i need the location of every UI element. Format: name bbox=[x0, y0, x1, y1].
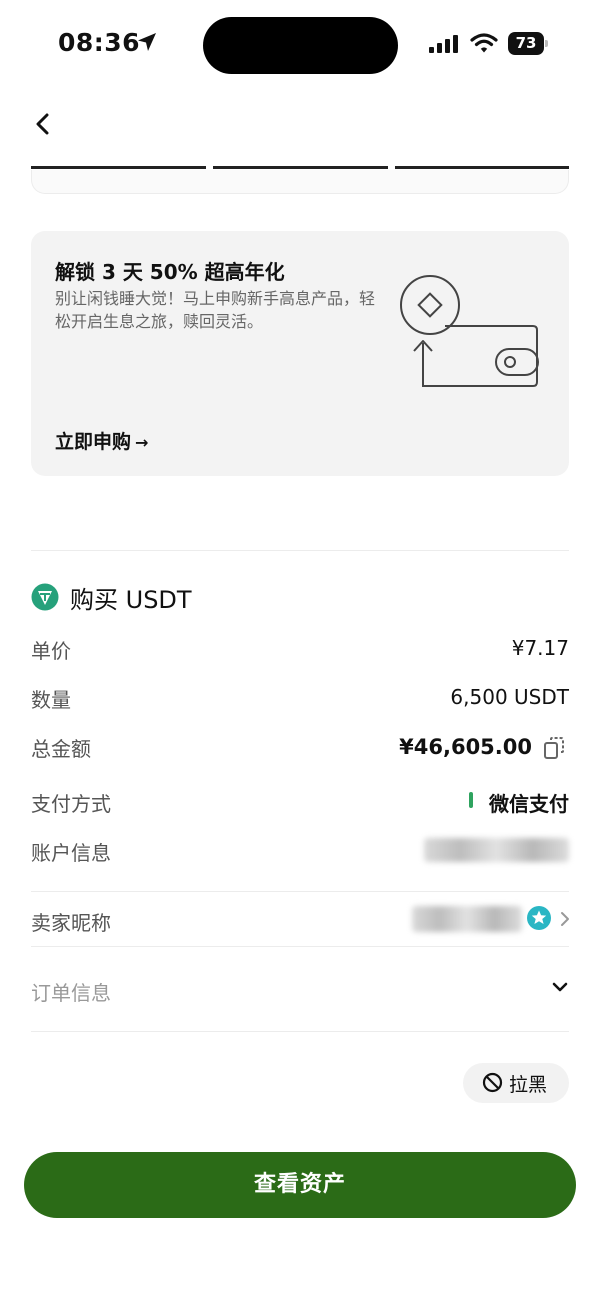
view-assets-button[interactable]: 查看资产 bbox=[24, 1152, 576, 1218]
chevron-right-icon bbox=[561, 912, 569, 926]
block-user-label: 拉黑 bbox=[509, 1074, 548, 1096]
status-bar: 08:36 73 bbox=[0, 0, 600, 90]
copy-icon[interactable] bbox=[543, 736, 565, 760]
section-divider bbox=[31, 946, 569, 947]
price-value: ¥7.17 bbox=[511, 636, 569, 660]
price-label: 单价 bbox=[31, 639, 71, 663]
promo-card[interactable]: 解锁 3 天 50% 超高年化 别让闲钱睡大觉！马上申购新手高息产品，轻松开启生… bbox=[31, 231, 569, 476]
star-badge-icon bbox=[527, 906, 551, 930]
seller-name-redacted bbox=[412, 906, 522, 932]
battery-tip bbox=[545, 40, 548, 47]
payment-indicator bbox=[469, 792, 473, 808]
block-user-button[interactable]: 拉黑 bbox=[463, 1063, 569, 1103]
progress-step-3 bbox=[395, 166, 569, 169]
back-icon[interactable] bbox=[30, 110, 56, 138]
subscribe-now-link[interactable]: 立即申购 → bbox=[55, 427, 148, 454]
battery-indicator: 73 bbox=[508, 32, 549, 55]
usdt-coin-icon bbox=[31, 583, 59, 611]
account-label: 账户信息 bbox=[31, 841, 111, 865]
progress-step-2 bbox=[213, 166, 388, 169]
payment-label: 支付方式 bbox=[31, 792, 111, 816]
total-value: ¥46,605.00 bbox=[399, 735, 532, 759]
quantity-value: 6,500 USDT bbox=[450, 685, 569, 709]
subscribe-now-label: 立即申购 bbox=[55, 431, 132, 453]
total-label: 总金额 bbox=[31, 737, 91, 761]
progress-step-1 bbox=[31, 166, 206, 169]
signal-icon bbox=[429, 35, 458, 53]
battery-level: 73 bbox=[508, 32, 544, 55]
wifi-icon bbox=[470, 33, 498, 53]
section-divider bbox=[31, 550, 569, 551]
promo-description: 别让闲钱睡大觉！马上申购新手高息产品，轻松开启生息之旅，赎回灵活。 bbox=[55, 289, 376, 331]
status-time: 08:36 bbox=[58, 28, 141, 57]
collapsed-card-edge bbox=[31, 170, 569, 194]
dynamic-island bbox=[203, 17, 398, 74]
account-info-redacted bbox=[424, 838, 569, 862]
block-icon bbox=[482, 1072, 503, 1093]
quantity-label: 数量 bbox=[31, 688, 71, 712]
wallet-coin-illustration-icon bbox=[400, 275, 539, 387]
order-info-label: 订单信息 bbox=[31, 981, 111, 1005]
section-divider bbox=[31, 1031, 569, 1032]
seller-label: 卖家昵称 bbox=[31, 911, 111, 935]
payment-value: 微信支付 bbox=[489, 792, 569, 816]
arrow-right-icon: → bbox=[135, 433, 149, 452]
chevron-down-icon bbox=[552, 982, 568, 992]
location-arrow-icon bbox=[138, 33, 156, 51]
promo-title: 解锁 3 天 50% 超高年化 bbox=[55, 260, 285, 284]
order-title: 购买 USDT bbox=[70, 586, 192, 614]
section-divider bbox=[31, 891, 569, 892]
